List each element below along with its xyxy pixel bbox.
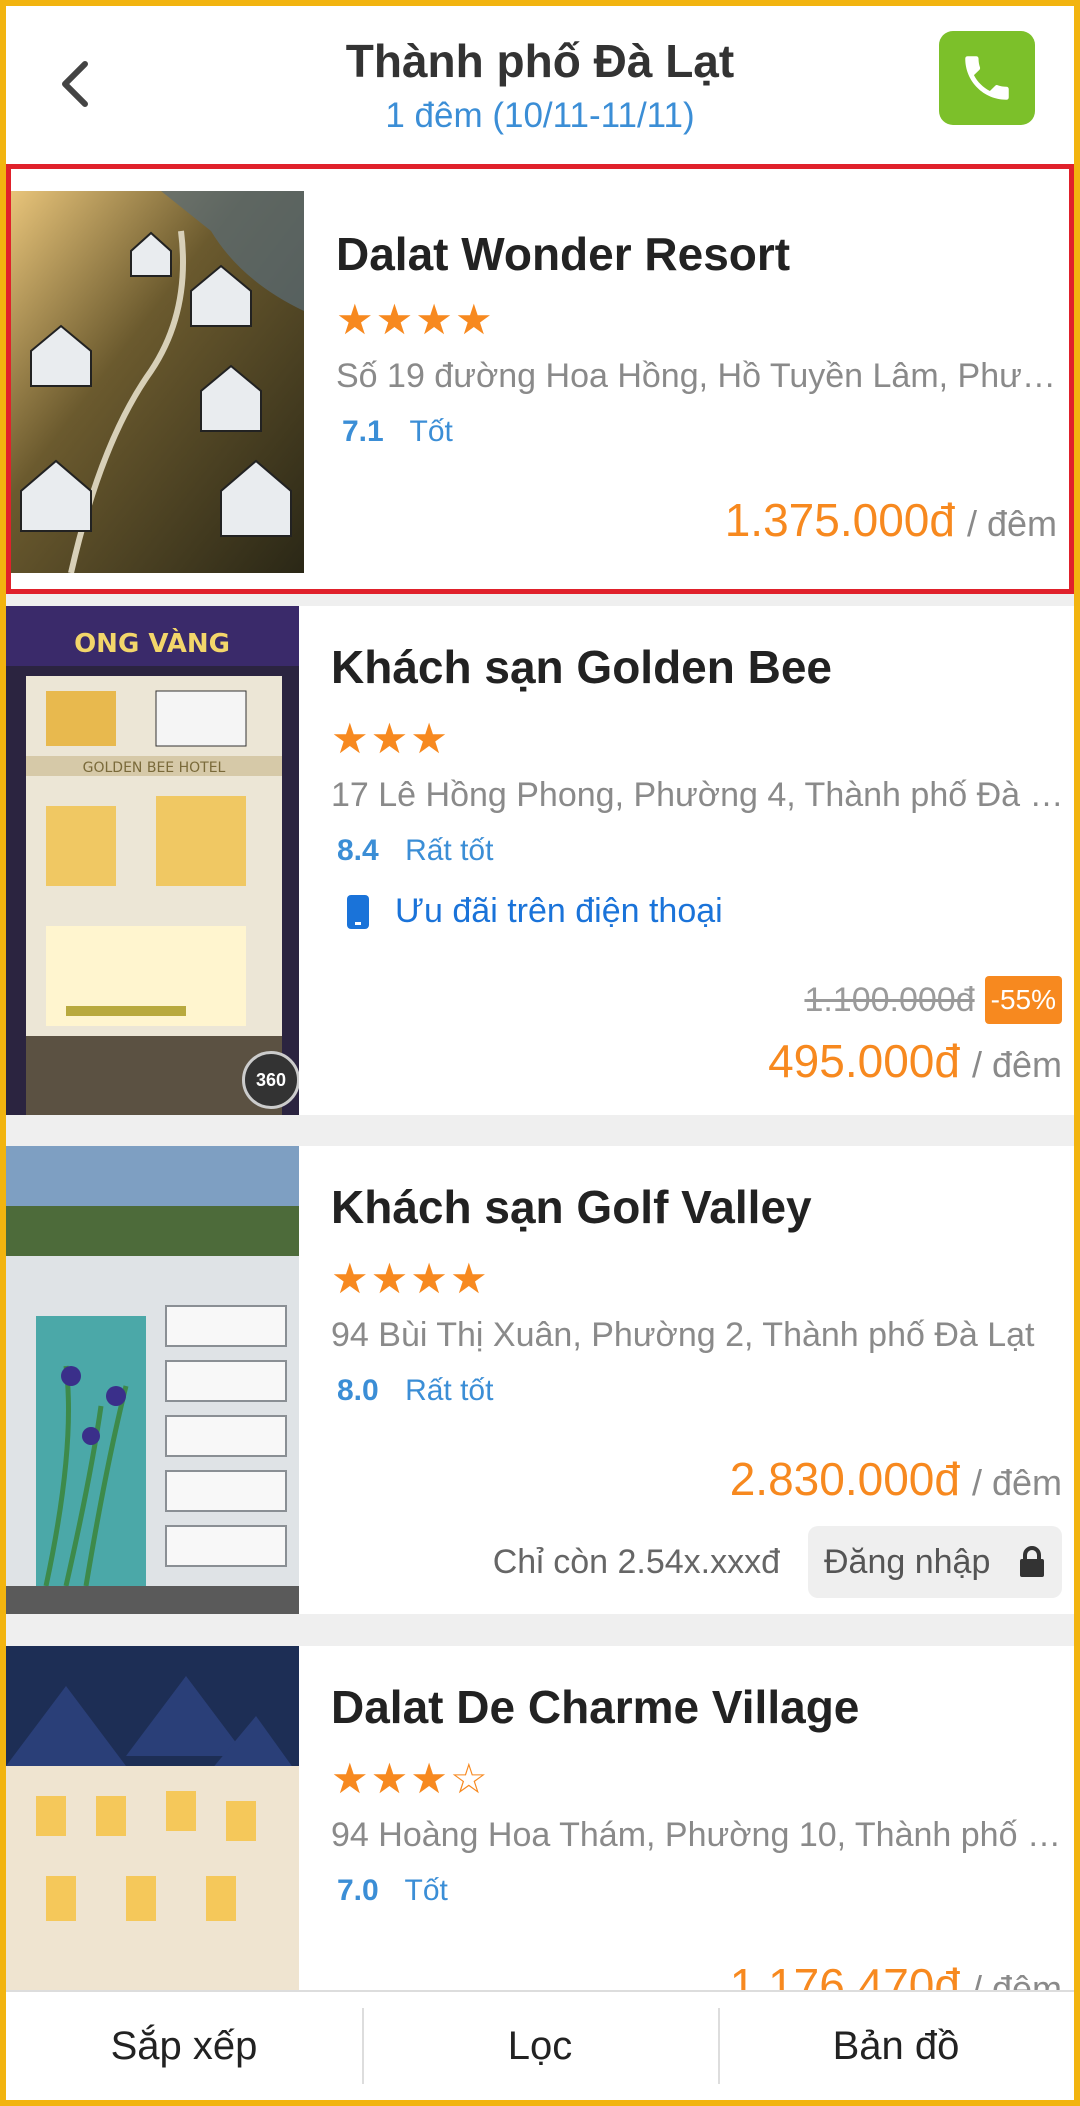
- hotel-info: Dalat De Charme Village ★★★☆ 94 Hoàng Ho…: [331, 1646, 1066, 2011]
- price: 495.000đ: [768, 1035, 960, 1087]
- page-title: Thành phố Đà Lạt: [345, 35, 735, 87]
- hotel-name: Dalat Wonder Resort: [336, 228, 791, 280]
- map-button[interactable]: Bản đồ: [718, 1992, 1074, 2100]
- member-price-teaser: Chỉ còn 2.54x.xxxđ: [492, 1542, 780, 1581]
- hotel-card[interactable]: ONG VÀNG GOLDEN BEE HOTEL 360 Khách sạn …: [6, 606, 1074, 1115]
- app-frame: Thành phố Đà Lạt 1 đêm (10/11-11/11) Dal…: [6, 6, 1074, 2100]
- hotel-info: Dalat Wonder Resort ★★★★ Số 19 đường Hoa…: [336, 169, 1071, 589]
- per-night: / đêm: [971, 1044, 1062, 1085]
- header: Thành phố Đà Lạt 1 đêm (10/11-11/11): [6, 6, 1074, 170]
- score-value: 8.0: [337, 1374, 379, 1407]
- login-button[interactable]: Đăng nhập: [808, 1526, 1062, 1598]
- score-label: Tốt: [409, 415, 453, 448]
- hotel-address: 94 Bùi Thị Xuân, Phường 2, Thành phố Đà …: [331, 1316, 1035, 1354]
- star-rating: ★★★☆: [331, 1755, 490, 1802]
- hotel-photo: [6, 1146, 299, 1614]
- hotel-card[interactable]: Khách sạn Golf Valley ★★★★ 94 Bùi Thị Xu…: [6, 1146, 1074, 1614]
- review-score: 8.0 Rất tốt: [337, 1374, 493, 1408]
- lock-icon: [1020, 1546, 1044, 1577]
- score-value: 7.1: [342, 415, 384, 448]
- phone-icon: [965, 56, 1009, 100]
- old-price-row: 1.100.000đ -55%: [804, 976, 1062, 1024]
- sort-button[interactable]: Sắp xếp: [6, 1992, 362, 2100]
- hotel-photo: ONG VÀNG GOLDEN BEE HOTEL 360: [6, 606, 299, 1115]
- mobile-deal: Ưu đãi trên điện thoại: [347, 892, 723, 931]
- hotel-name: Khách sạn Golf Valley: [331, 1181, 812, 1233]
- hotel-photo: [11, 191, 304, 573]
- hotel-address: 94 Hoàng Hoa Thám, Phường 10, Thành phố …: [331, 1816, 1066, 1854]
- discount-badge: -55%: [984, 976, 1062, 1024]
- photo-sign: ONG VÀNG: [74, 627, 230, 659]
- score-label: Rất tốt: [405, 834, 494, 867]
- photo-sign-2: GOLDEN BEE HOTEL: [83, 760, 226, 776]
- price-row: 495.000đ / đêm: [768, 1034, 1062, 1088]
- star-rating: ★★★★: [331, 1255, 490, 1302]
- stay-dates[interactable]: 1 đêm (10/11-11/11): [6, 96, 1074, 136]
- member-price-row: Chỉ còn 2.54x.xxxđ Đăng nhập: [493, 1526, 1062, 1598]
- bottom-toolbar: Sắp xếp Lọc Bản đồ: [6, 1990, 1074, 2100]
- hotel-address: 17 Lê Hồng Phong, Phường 4, Thành phố Đà…: [331, 776, 1066, 814]
- hotel-name: Dalat De Charme Village: [331, 1681, 860, 1733]
- review-score: 7.0 Tốt: [337, 1874, 448, 1908]
- 360-view-badge[interactable]: 360: [242, 1051, 299, 1109]
- mobile-phone-icon: [347, 894, 369, 929]
- score-label: Rất tốt: [405, 1374, 494, 1407]
- hotel-name: Khách sạn Golden Bee: [331, 641, 833, 693]
- star-rating: ★★★★: [336, 296, 495, 343]
- price: 1.375.000đ: [724, 494, 955, 546]
- hotel-card[interactable]: Dalat Wonder Resort ★★★★ Số 19 đường Hoa…: [6, 164, 1074, 594]
- star-rating: ★★★: [331, 715, 450, 762]
- score-value: 7.0: [337, 1874, 379, 1907]
- price-row: 2.830.000đ / đêm: [730, 1452, 1062, 1506]
- per-night: / đêm: [966, 503, 1057, 544]
- mobile-deal-label: Ưu đãi trên điện thoại: [395, 892, 723, 930]
- hotel-card[interactable]: Dalat De Charme Village ★★★☆ 94 Hoàng Ho…: [6, 1646, 1074, 2011]
- price: 2.830.000đ: [729, 1453, 960, 1505]
- hotel-address: Số 19 đường Hoa Hồng, Hồ Tuyền Lâm, Phườ…: [336, 357, 1071, 395]
- original-price: 1.100.000đ: [804, 980, 975, 1019]
- hotel-photo: [6, 1646, 299, 2006]
- score-label: Tốt: [404, 1874, 448, 1907]
- review-score: 8.4 Rất tốt: [337, 834, 493, 868]
- hotel-info: Khách sạn Golden Bee ★★★ 17 Lê Hồng Phon…: [331, 606, 1066, 1115]
- per-night: / đêm: [971, 1462, 1062, 1503]
- price-row: 1.375.000đ / đêm: [725, 493, 1057, 547]
- call-button[interactable]: [939, 31, 1035, 125]
- login-label: Đăng nhập: [824, 1542, 991, 1581]
- filter-button[interactable]: Lọc: [362, 1992, 718, 2100]
- hotel-info: Khách sạn Golf Valley ★★★★ 94 Bùi Thị Xu…: [331, 1146, 1062, 1614]
- review-score: 7.1 Tốt: [342, 415, 453, 449]
- score-value: 8.4: [337, 834, 379, 867]
